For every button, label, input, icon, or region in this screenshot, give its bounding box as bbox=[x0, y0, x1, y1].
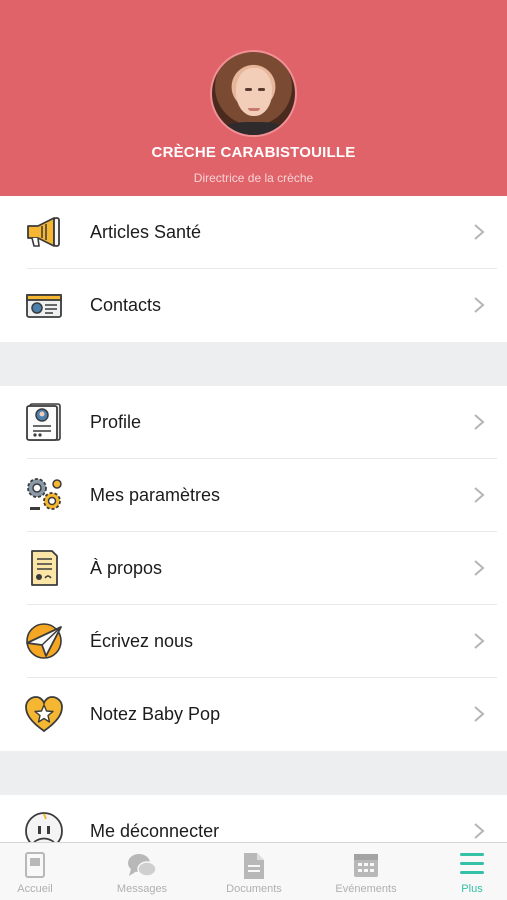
menu-item-notez-baby-pop[interactable]: Notez Baby Pop bbox=[0, 678, 507, 751]
menu-icon bbox=[460, 853, 484, 874]
org-name: CRÈCHE CARABISTOUILLE bbox=[151, 144, 356, 161]
menu-item-label: Contacts bbox=[90, 295, 162, 315]
avatar-shoulders bbox=[218, 122, 290, 135]
chevron-right-icon bbox=[474, 414, 485, 430]
menu-item-label: Notez Baby Pop bbox=[90, 704, 221, 724]
menu-item-articles-sante[interactable]: Articles Santé bbox=[0, 196, 507, 269]
menu-item-ecrivez-nous[interactable]: Écrivez nous bbox=[0, 605, 507, 678]
tab-label: Accueil bbox=[17, 883, 53, 895]
tab-plus[interactable]: Plus bbox=[440, 843, 504, 900]
certificate-icon bbox=[31, 550, 58, 586]
tab-evenements[interactable]: Evénements bbox=[322, 843, 410, 900]
menu-item-label: Écrivez nous bbox=[90, 631, 194, 651]
section-separator bbox=[0, 751, 507, 795]
menu-item-a-propos[interactable]: À propos bbox=[0, 532, 507, 605]
tab-bar: Accueil Messages Documents Evénements Pl… bbox=[0, 842, 507, 900]
menu-item-label: Articles Santé bbox=[90, 222, 202, 242]
user-role: Directrice de la crèche bbox=[193, 171, 314, 185]
chevron-right-icon bbox=[474, 487, 485, 503]
avatar-mouth bbox=[248, 108, 260, 111]
avatar-eye-right bbox=[258, 88, 265, 91]
chevron-right-icon bbox=[474, 706, 485, 722]
section-separator bbox=[0, 342, 507, 386]
chevron-right-icon bbox=[474, 560, 485, 576]
profile-header: CRÈCHE CARABISTOUILLE Directrice de la c… bbox=[0, 0, 507, 196]
home-icon bbox=[25, 852, 45, 878]
avatar[interactable] bbox=[210, 50, 297, 137]
menu-item-label: À propos bbox=[90, 558, 163, 578]
profile-document-icon bbox=[26, 403, 61, 441]
chevron-right-icon bbox=[474, 297, 485, 313]
paper-plane-icon bbox=[26, 623, 62, 659]
tab-label: Plus bbox=[461, 883, 483, 895]
tab-accueil[interactable]: Accueil bbox=[0, 843, 70, 900]
chevron-right-icon bbox=[474, 224, 485, 240]
tab-label: Messages bbox=[116, 883, 168, 895]
menu-item-contacts[interactable]: Contacts bbox=[0, 269, 507, 342]
menu-item-label: Profile bbox=[90, 412, 142, 432]
gears-icon bbox=[27, 478, 62, 510]
tab-label: Documents bbox=[226, 883, 282, 895]
menu-item-label: Mes paramètres bbox=[90, 485, 221, 505]
tab-documents[interactable]: Documents bbox=[210, 843, 298, 900]
calendar-icon bbox=[354, 854, 378, 877]
chevron-right-icon bbox=[474, 633, 485, 649]
avatar-eye-left bbox=[245, 88, 252, 91]
chevron-right-icon bbox=[474, 823, 485, 839]
tab-label: Evénements bbox=[335, 883, 397, 895]
document-icon bbox=[244, 853, 264, 879]
menu-item-mes-parametres[interactable]: Mes paramètres bbox=[0, 459, 507, 532]
chat-bubbles-icon bbox=[128, 854, 157, 877]
megaphone-icon bbox=[27, 217, 60, 247]
heart-star-icon bbox=[25, 696, 63, 733]
tab-messages[interactable]: Messages bbox=[98, 843, 186, 900]
menu-item-profile[interactable]: Profile bbox=[0, 386, 507, 459]
contact-card-icon bbox=[26, 294, 62, 318]
